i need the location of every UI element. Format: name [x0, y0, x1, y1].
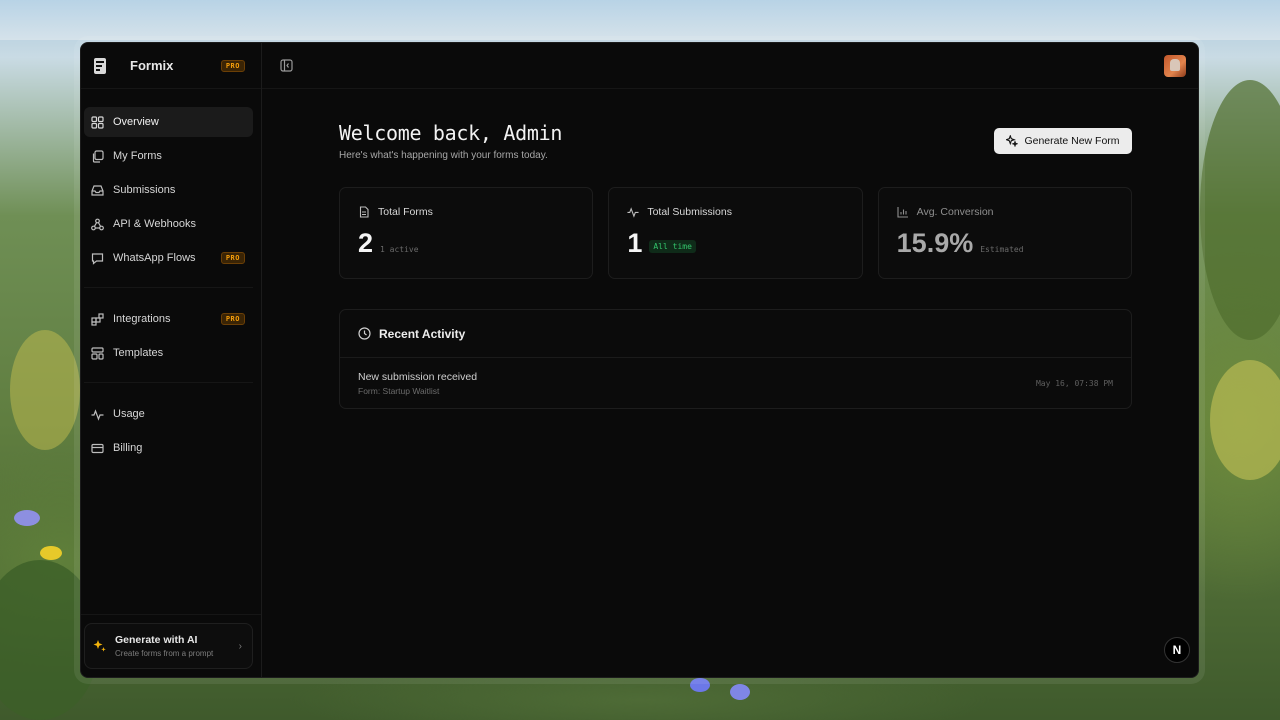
- pro-badge: PRO: [220, 313, 245, 325]
- layout-icon: [90, 346, 104, 360]
- sidebar-divider: [84, 287, 253, 288]
- clock-icon: [358, 327, 371, 340]
- generate-with-ai-card[interactable]: Generate with AI Create forms from a pro…: [84, 623, 253, 669]
- sidebar-item-label: Billing: [113, 442, 143, 454]
- generate-new-form-button[interactable]: Generate New Form: [994, 128, 1132, 154]
- chevron-right-icon: ›: [238, 640, 242, 652]
- sparkles-icon: [93, 639, 107, 653]
- sidebar-item-my-forms[interactable]: My Forms: [84, 141, 253, 171]
- stat-value: 2: [358, 228, 374, 258]
- activity-icon: [627, 206, 639, 218]
- pro-badge: PRO: [220, 59, 245, 72]
- ai-card-subtitle: Create forms from a prompt: [115, 649, 214, 658]
- stat-value: 1: [627, 228, 643, 258]
- brand-name: Formix: [130, 58, 174, 73]
- card-icon: [90, 441, 104, 455]
- recent-activity-title: Recent Activity: [379, 326, 466, 341]
- sidebar-item-label: Usage: [113, 408, 145, 420]
- stat-note: Estimated: [980, 245, 1024, 254]
- stat-label: Total Submissions: [647, 206, 732, 218]
- next-dev-badge[interactable]: N: [1164, 637, 1190, 663]
- sidebar-item-billing[interactable]: Billing: [84, 433, 253, 463]
- sidebar-toggle-icon[interactable]: [280, 58, 294, 73]
- overview-content: Welcome back, Admin Here's what's happen…: [339, 121, 1132, 409]
- sidebar-item-label: Submissions: [113, 184, 176, 196]
- sidebar-item-submissions[interactable]: Submissions: [84, 175, 253, 205]
- ai-card-title: Generate with AI: [115, 634, 198, 646]
- sidebar: Formix PRO Overview My Forms Submissions…: [81, 43, 262, 677]
- formix-logo-icon: [91, 56, 109, 76]
- stat-label: Avg. Conversion: [916, 206, 994, 218]
- stat-label: Total Forms: [378, 206, 433, 218]
- activity-title: New submission received: [358, 370, 478, 383]
- stat-note: 1 active: [380, 245, 419, 254]
- pro-badge: PRO: [220, 252, 245, 264]
- sidebar-item-label: WhatsApp Flows: [113, 252, 196, 264]
- sidebar-item-overview[interactable]: Overview: [84, 107, 253, 137]
- sparkles-icon: [1006, 135, 1019, 147]
- activity-timestamp: May 16, 07:38 PM: [1035, 378, 1113, 388]
- sidebar-item-label: My Forms: [113, 150, 162, 162]
- sidebar-item-label: Templates: [113, 347, 164, 359]
- stat-value: 15.9%: [896, 228, 974, 258]
- copy-icon: [90, 149, 104, 163]
- sidebar-nav: Overview My Forms Submissions API & Webh…: [81, 89, 261, 467]
- sidebar-item-label: Integrations: [113, 313, 171, 325]
- sidebar-divider: [84, 382, 253, 383]
- grid-icon: [90, 115, 104, 129]
- app-window: Formix PRO Overview My Forms Submissions…: [80, 42, 1199, 678]
- stat-card-total-submissions: Total Submissions 1 All time: [608, 187, 863, 279]
- sidebar-item-whatsapp-flows[interactable]: WhatsApp Flows PRO: [84, 243, 253, 273]
- sidebar-item-templates[interactable]: Templates: [84, 338, 253, 368]
- topbar: [262, 43, 1198, 89]
- sidebar-divider: [81, 614, 261, 615]
- stat-card-total-forms: Total Forms 2 1 active: [339, 187, 594, 279]
- message-icon: [90, 251, 104, 265]
- generate-new-form-label: Generate New Form: [1024, 135, 1120, 147]
- avatar[interactable]: [1164, 54, 1186, 77]
- stat-badge: All time: [649, 240, 696, 253]
- activity-icon: [90, 407, 104, 421]
- sidebar-item-integrations[interactable]: Integrations PRO: [84, 304, 253, 334]
- main-area: Welcome back, Admin Here's what's happen…: [262, 43, 1198, 677]
- sidebar-item-label: Overview: [113, 116, 159, 128]
- sidebar-item-usage[interactable]: Usage: [84, 399, 253, 429]
- sidebar-item-api-webhooks[interactable]: API & Webhooks: [84, 209, 253, 239]
- webhook-icon: [90, 217, 104, 231]
- sidebar-item-label: API & Webhooks: [113, 218, 196, 230]
- file-icon: [358, 206, 370, 218]
- recent-activity-panel: Recent Activity New submission received …: [339, 309, 1132, 409]
- list-item[interactable]: New submission received Form: Startup Wa…: [340, 358, 1131, 408]
- activity-subtitle: Form: Startup Waitlist: [358, 385, 440, 396]
- stats-row: Total Forms 2 1 active Total Submissions…: [339, 187, 1132, 279]
- stat-card-avg-conversion: Avg. Conversion 15.9% Estimated: [877, 187, 1132, 279]
- brand[interactable]: Formix PRO: [81, 43, 261, 89]
- blocks-icon: [90, 312, 104, 326]
- bar-chart-icon: [897, 206, 909, 218]
- inbox-icon: [90, 183, 104, 197]
